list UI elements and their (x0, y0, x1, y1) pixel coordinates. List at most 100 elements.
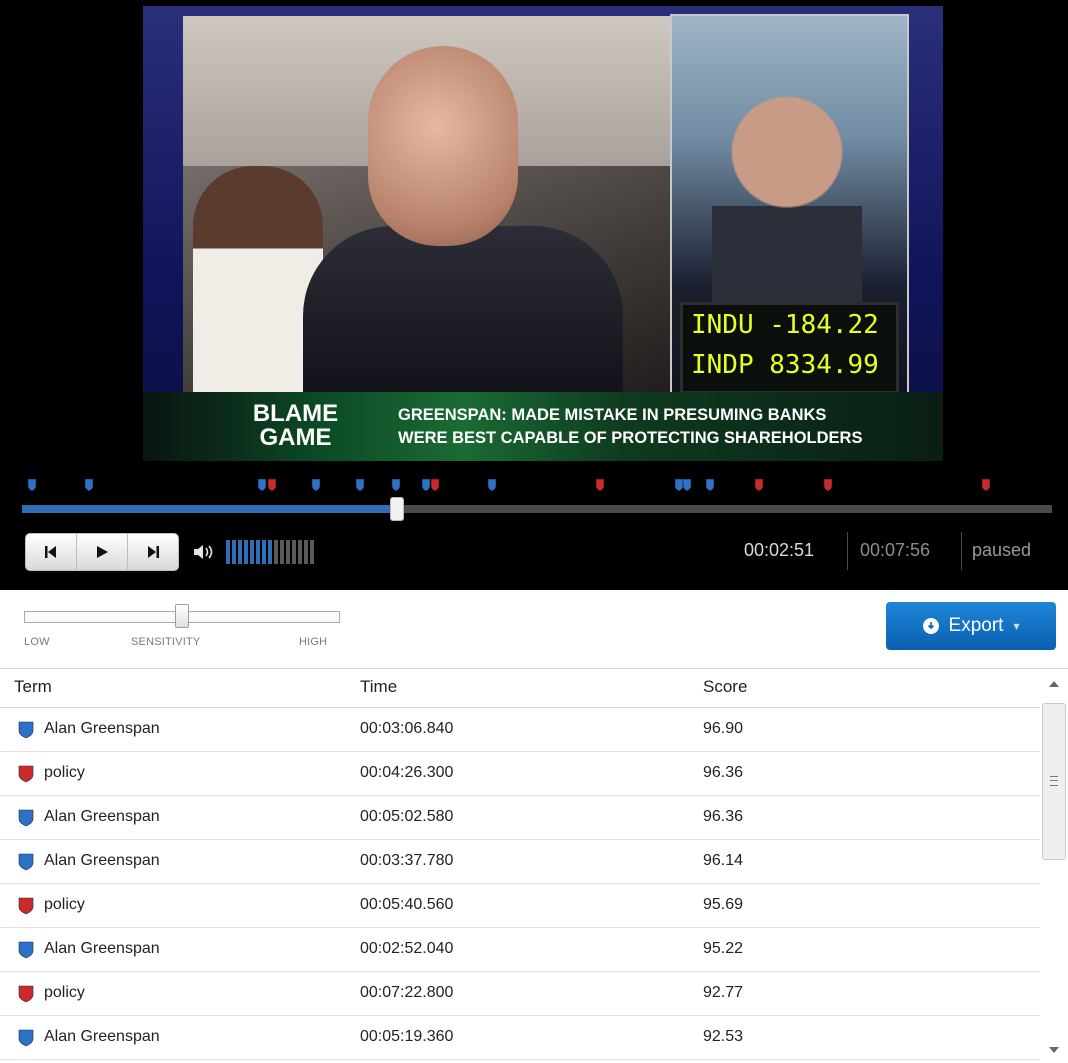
ticker-line-1: INDU -184.22 (691, 310, 879, 340)
row-score: 95.69 (703, 896, 744, 913)
volume-bar (298, 540, 302, 564)
table-row[interactable]: Alan Greenspan 00:05:02.580 96.36 (0, 796, 1040, 840)
blue-shield-icon (18, 721, 34, 739)
table-row[interactable]: policy 00:07:22.800 92.77 (0, 972, 1040, 1016)
blue-marker-icon[interactable] (27, 478, 37, 492)
table-header: Term Time Score (0, 669, 1040, 708)
table-scrollbar[interactable] (1040, 669, 1068, 1063)
header-time[interactable]: Time (360, 677, 397, 697)
ticker-line-2: INDP 8334.99 (691, 350, 879, 380)
scrollbar-thumb[interactable] (1042, 703, 1066, 860)
red-marker-icon[interactable] (595, 478, 605, 492)
export-label: Export (948, 615, 1004, 636)
news-headline: GREENSPAN: MADE MISTAKE IN PRESUMING BAN… (398, 404, 898, 450)
total-time: 00:07:56 (860, 540, 931, 560)
header-score[interactable]: Score (703, 677, 747, 697)
red-marker-icon[interactable] (823, 478, 833, 492)
volume-bar (226, 540, 230, 564)
blue-marker-icon[interactable] (682, 478, 692, 492)
volume-bar (250, 540, 254, 564)
row-score: 95.22 (703, 940, 744, 957)
volume-slider[interactable] (226, 540, 321, 564)
red-shield-icon (18, 897, 34, 915)
progress-track[interactable] (22, 498, 1052, 520)
skip-forward-icon (148, 546, 159, 558)
blue-shield-icon (18, 1029, 34, 1047)
download-circle-icon (922, 618, 939, 634)
table-row[interactable]: policy 00:05:40.560 95.69 (0, 884, 1040, 928)
blue-shield-icon (18, 809, 34, 827)
video-frame[interactable]: INDU -184.22 INDP 8334.99 BLAME GAME GRE… (143, 6, 943, 461)
time-divider (961, 532, 962, 570)
row-time: 00:04:26.300 (360, 764, 454, 781)
sensitivity-slider-handle[interactable] (175, 604, 189, 628)
volume-bar (292, 540, 296, 564)
blue-marker-icon[interactable] (705, 478, 715, 492)
blue-marker-icon[interactable] (355, 478, 365, 492)
blue-shield-icon (18, 853, 34, 871)
table-row[interactable]: Alan Greenspan 00:02:52.040 95.22 (0, 928, 1040, 972)
row-term: policy (44, 764, 85, 781)
row-score: 96.36 (703, 808, 744, 825)
scroll-up-arrow-icon[interactable] (1049, 681, 1059, 687)
row-time: 00:02:52.040 (360, 940, 454, 957)
sensitivity-label: SENSITIVITY (131, 636, 201, 648)
row-score: 96.14 (703, 852, 744, 869)
video-main-shot (183, 16, 673, 401)
row-time: 00:07:22.800 (360, 984, 454, 1001)
row-time: 00:03:06.840 (360, 720, 454, 737)
skip-back-button[interactable] (26, 534, 77, 570)
volume-bar (262, 540, 266, 564)
table-row[interactable]: Alan Greenspan 00:03:06.840 96.90 (0, 708, 1040, 752)
volume-bar (238, 540, 242, 564)
volume-bar (256, 540, 260, 564)
volume-bar (310, 540, 314, 564)
row-term: Alan Greenspan (44, 852, 160, 869)
blue-marker-icon[interactable] (487, 478, 497, 492)
red-marker-icon[interactable] (430, 478, 440, 492)
volume-bar (280, 540, 284, 564)
row-score: 96.36 (703, 764, 744, 781)
row-time: 00:03:37.780 (360, 852, 454, 869)
video-speaker-body (303, 226, 623, 401)
video-speaker-head (368, 46, 518, 246)
row-score: 96.90 (703, 720, 744, 737)
blue-shield-icon (18, 941, 34, 959)
table-row[interactable]: Alan Greenspan 00:05:19.360 92.53 (0, 1016, 1040, 1060)
row-term: Alan Greenspan (44, 720, 160, 737)
stock-ticker: INDU -184.22 INDP 8334.99 (680, 302, 899, 394)
row-time: 00:05:19.360 (360, 1028, 454, 1045)
red-marker-icon[interactable] (981, 478, 991, 492)
table-row[interactable]: Alan Greenspan 00:03:37.780 96.14 (0, 840, 1040, 884)
row-time: 00:05:40.560 (360, 896, 454, 913)
skip-forward-button[interactable] (128, 534, 178, 570)
play-button[interactable] (77, 534, 128, 570)
row-term: Alan Greenspan (44, 1028, 160, 1045)
time-divider (847, 532, 848, 570)
red-marker-icon[interactable] (754, 478, 764, 492)
results-table: Term Time Score Alan Greenspan 00:03:06.8… (0, 669, 1068, 1063)
export-button[interactable]: Export ▾ (886, 602, 1056, 650)
red-shield-icon (18, 985, 34, 1003)
blue-marker-icon[interactable] (84, 478, 94, 492)
playback-state: paused (972, 540, 1032, 560)
volume-bar (304, 540, 308, 564)
sensitivity-low-label: LOW (24, 636, 50, 648)
header-term[interactable]: Term (14, 677, 52, 697)
red-marker-icon[interactable] (267, 478, 277, 492)
blue-marker-icon[interactable] (391, 478, 401, 492)
table-row[interactable]: policy 00:04:26.300 96.36 (0, 752, 1040, 796)
blue-marker-icon[interactable] (257, 478, 267, 492)
timeline-markers (0, 476, 1068, 498)
volume-bar (274, 540, 278, 564)
transport-controls (25, 533, 179, 571)
blue-marker-icon[interactable] (311, 478, 321, 492)
play-icon (97, 546, 108, 558)
blame-game-label: BLAME GAME (248, 402, 343, 450)
blame-label-line-2: GAME (259, 424, 332, 451)
controls-area: LOW SENSITIVITY HIGH Export ▾ (0, 590, 1068, 669)
volume-icon[interactable] (193, 544, 215, 560)
progress-handle[interactable] (390, 498, 403, 520)
scroll-down-arrow-icon[interactable] (1049, 1047, 1059, 1053)
headline-line-2: WERE BEST CAPABLE OF PROTECTING SHAREHOL… (398, 429, 863, 447)
